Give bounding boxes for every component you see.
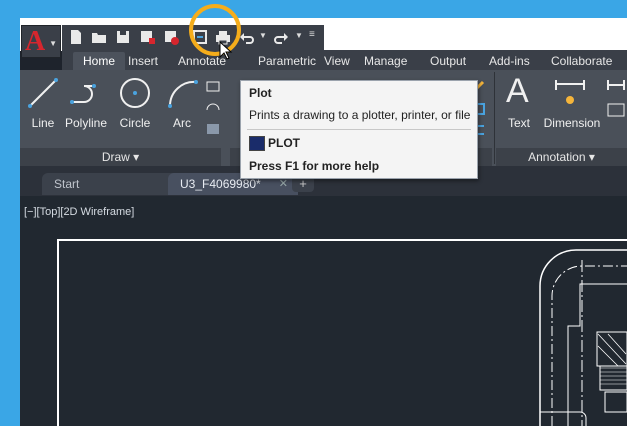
- autocad-logo: A: [25, 26, 46, 57]
- tab-output[interactable]: Output: [430, 52, 466, 70]
- application-menu-button[interactable]: A ▼: [21, 25, 61, 58]
- draw-small-tools-icon[interactable]: [206, 80, 220, 136]
- tab-manage[interactable]: Manage: [364, 52, 407, 70]
- tooltip-divider: [247, 129, 471, 130]
- circle-icon[interactable]: [118, 76, 152, 110]
- file-tab-start[interactable]: Start: [42, 173, 182, 195]
- new-file-icon[interactable]: [68, 29, 84, 45]
- drawing-viewport[interactable]: [−][Top][2D Wireframe]: [20, 196, 627, 426]
- arc-tool-label[interactable]: Arc: [168, 116, 196, 130]
- save-icon[interactable]: [115, 29, 131, 45]
- tab-insert[interactable]: Insert: [128, 52, 158, 70]
- draw-panel-title[interactable]: Draw ▾: [20, 148, 221, 166]
- autocad-window: A ▼ ▼ ▼ ≡ Home Insert Annotate Parametri…: [20, 18, 627, 426]
- text-icon[interactable]: A: [506, 72, 529, 111]
- drawing-canvas: [57, 239, 627, 426]
- dimension-tool-label[interactable]: Dimension: [542, 116, 602, 130]
- tooltip-help-hint: Press F1 for more help: [249, 159, 380, 173]
- tab-home[interactable]: Home: [73, 52, 126, 70]
- save-as-icon[interactable]: [139, 29, 155, 45]
- chevron-down-icon: ▼: [49, 39, 57, 48]
- annotation-panel-title[interactable]: Annotation ▾: [496, 148, 627, 166]
- open-from-web-icon[interactable]: [163, 29, 179, 45]
- circle-tool-label[interactable]: Circle: [117, 116, 153, 130]
- mouse-cursor-icon: [219, 41, 233, 60]
- annotation-small-tools-icon[interactable]: [606, 76, 626, 136]
- file-tab-current-label: U3_F4069980*: [180, 177, 261, 191]
- line-tool-label[interactable]: Line: [28, 116, 58, 130]
- plot-command-icon: [249, 136, 265, 151]
- dimension-icon[interactable]: [552, 76, 588, 110]
- line-icon[interactable]: [26, 76, 60, 110]
- file-tab-start-label: Start: [54, 177, 80, 191]
- tab-parametric[interactable]: Parametric: [258, 52, 316, 70]
- polyline-icon[interactable]: [68, 76, 102, 110]
- arc-icon[interactable]: [166, 76, 200, 110]
- tooltip-description: Prints a drawing to a plotter, printer, …: [249, 108, 471, 122]
- plot-tooltip: Plot Prints a drawing to a plotter, prin…: [240, 80, 478, 179]
- redo-dropdown-icon[interactable]: ▼: [295, 31, 303, 40]
- panel-divider: [494, 72, 495, 164]
- open-folder-icon[interactable]: [91, 29, 107, 45]
- plot-highlight-circle: [189, 4, 241, 56]
- customize-toolbar-icon[interactable]: ≡: [309, 29, 315, 40]
- ribbon-tab-bar: Home Insert Annotate Parametric View Man…: [62, 50, 627, 70]
- tab-view[interactable]: View: [324, 52, 350, 70]
- undo-dropdown-icon[interactable]: ▼: [259, 31, 267, 40]
- tab-collaborate[interactable]: Collaborate: [551, 52, 612, 70]
- polyline-tool-label[interactable]: Polyline: [62, 116, 110, 130]
- tab-add-ins[interactable]: Add-ins: [489, 52, 530, 70]
- text-tool-label[interactable]: Text: [504, 116, 534, 130]
- redo-icon[interactable]: [274, 29, 290, 45]
- tooltip-title: Plot: [249, 86, 272, 100]
- tooltip-command-name: PLOT: [268, 136, 300, 150]
